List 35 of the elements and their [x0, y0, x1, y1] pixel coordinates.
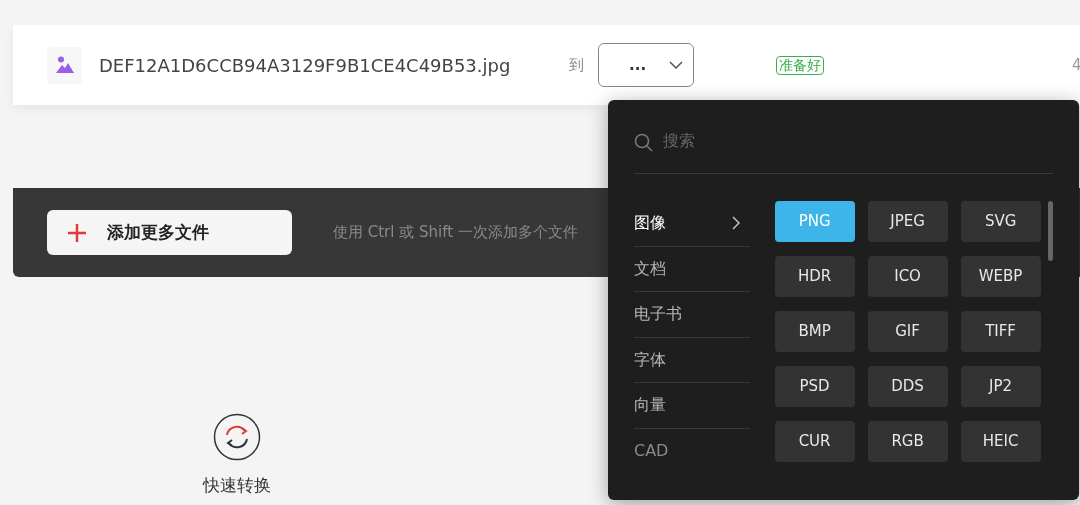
format-option[interactable]: DDS — [867, 366, 948, 407]
category-item[interactable]: 文档 — [634, 246, 750, 292]
format-select[interactable]: ... — [598, 43, 694, 87]
scrollbar-thumb[interactable] — [1047, 201, 1053, 261]
search-field[interactable]: 搜索 — [663, 129, 963, 153]
format-option[interactable]: WEBP — [960, 256, 1041, 297]
refresh-icon — [213, 413, 261, 461]
format-option[interactable]: HEIC — [960, 421, 1041, 462]
plus-icon — [67, 222, 87, 243]
format-option[interactable]: RGB — [867, 421, 948, 462]
category-item[interactable]: 电子书 — [634, 292, 750, 338]
format-option[interactable]: GIF — [867, 311, 948, 352]
add-files-button[interactable]: 添加更多文件 — [47, 210, 292, 255]
format-option[interactable]: BMP — [774, 311, 855, 352]
search-icon — [634, 133, 653, 152]
chevron-down-icon — [669, 61, 683, 69]
category-item[interactable]: 向量 — [634, 383, 750, 429]
category-item[interactable]: 图像 — [634, 201, 750, 247]
feature-label: 快速转换 — [203, 474, 271, 497]
format-option[interactable]: PSD — [774, 366, 855, 407]
chevron-right-icon — [731, 216, 740, 231]
format-option[interactable]: TIFF — [960, 311, 1041, 352]
image-file-icon — [47, 46, 82, 84]
file-name: DEF12A1D6CCB94A3129F9B1CE4C49B53.jpg — [99, 53, 512, 78]
to-label: 到 — [569, 54, 584, 76]
format-option[interactable]: ICO — [867, 256, 948, 297]
format-option[interactable]: JP2 — [960, 366, 1041, 407]
format-option[interactable]: JPEG — [867, 201, 948, 242]
file-size: 4 — [1072, 54, 1080, 76]
format-option[interactable]: CUR — [774, 421, 855, 462]
format-option[interactable]: SVG — [960, 201, 1041, 242]
category-item[interactable]: 字体 — [634, 337, 750, 383]
status-badge: 准备好 — [776, 55, 824, 75]
hint-text: 使用 Ctrl 或 Shift 一次添加多个文件 — [333, 222, 578, 244]
format-option[interactable]: HDR — [774, 256, 855, 297]
